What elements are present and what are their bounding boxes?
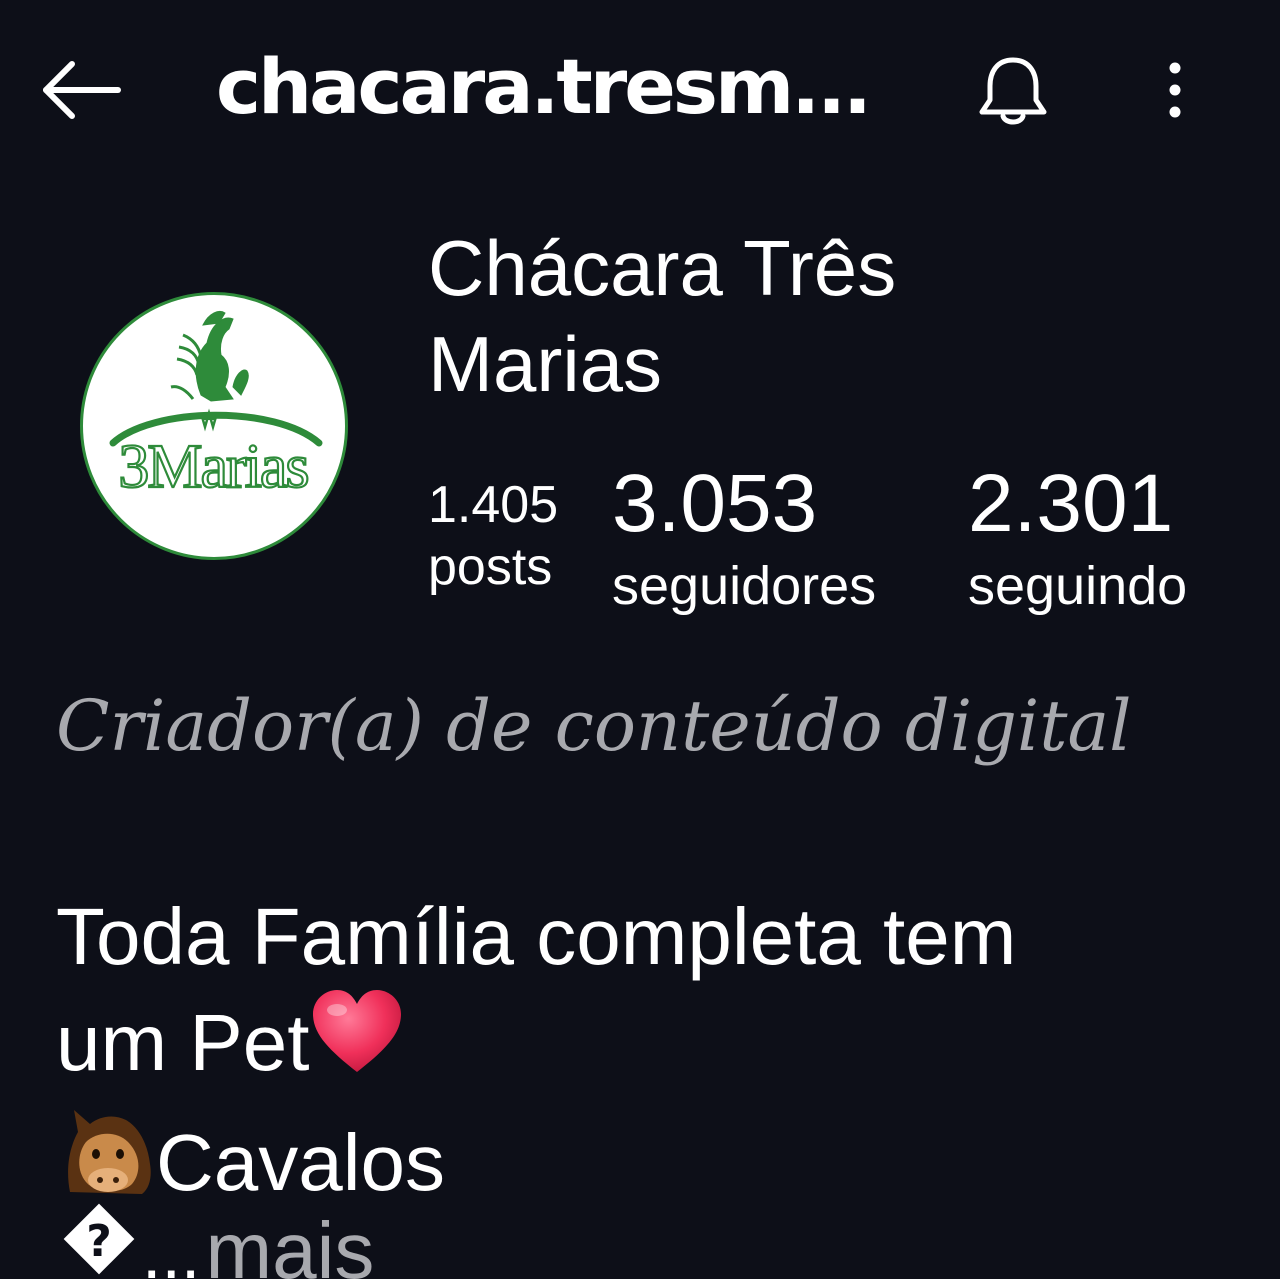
posts-stat[interactable]: 1.405 posts	[428, 474, 558, 598]
bio-more-row: ? ... mais	[56, 1196, 374, 1279]
logo-text: 3Marias	[118, 433, 307, 501]
profile-username-title: chacara.tresm...	[216, 42, 872, 131]
following-label: seguindo	[968, 556, 1188, 616]
posts-label: posts	[428, 538, 553, 596]
unknown-glyph-mark: ?	[86, 1216, 112, 1267]
back-button[interactable]	[38, 58, 124, 122]
bio-line-1: Toda Família completa tem	[56, 892, 1017, 981]
following-stat[interactable]: 2.301 seguindo	[968, 456, 1187, 620]
following-count: 2.301	[968, 458, 1174, 549]
posts-count: 1.405	[428, 476, 559, 534]
bio-pet-text: um Pet	[56, 998, 310, 1087]
bell-icon	[979, 57, 1047, 125]
bio-more-link[interactable]: mais	[205, 1206, 374, 1279]
top-app-bar: chacara.tresm...	[0, 0, 1280, 190]
bio-line-2: um Pet	[56, 988, 1236, 1102]
followers-label: seguidores	[612, 556, 877, 616]
three-marias-logo: 3Marias	[109, 311, 323, 502]
followers-stat[interactable]: 3.053 seguidores	[612, 456, 876, 620]
profile-display-name: Chácara Três Marias	[428, 224, 897, 408]
bio-ellipsis: ...	[142, 1215, 201, 1279]
more-options-button[interactable]	[1150, 56, 1200, 126]
followers-count: 3.053	[612, 458, 818, 549]
notifications-button[interactable]	[970, 52, 1056, 132]
profile-category: Criador(a) de conteúdo digital	[56, 685, 1132, 767]
profile-bio: Toda Família completa tem um Pet Cavalos	[56, 886, 1236, 1222]
unknown-character-icon: ?	[56, 1196, 142, 1279]
bio-cavalos-text: Cavalos	[156, 1118, 446, 1207]
profile-avatar[interactable]: 3Marias	[80, 292, 348, 560]
heart-emoji	[309, 988, 405, 1102]
more-vertical-icon	[1169, 62, 1181, 118]
arrow-left-icon	[43, 61, 121, 119]
